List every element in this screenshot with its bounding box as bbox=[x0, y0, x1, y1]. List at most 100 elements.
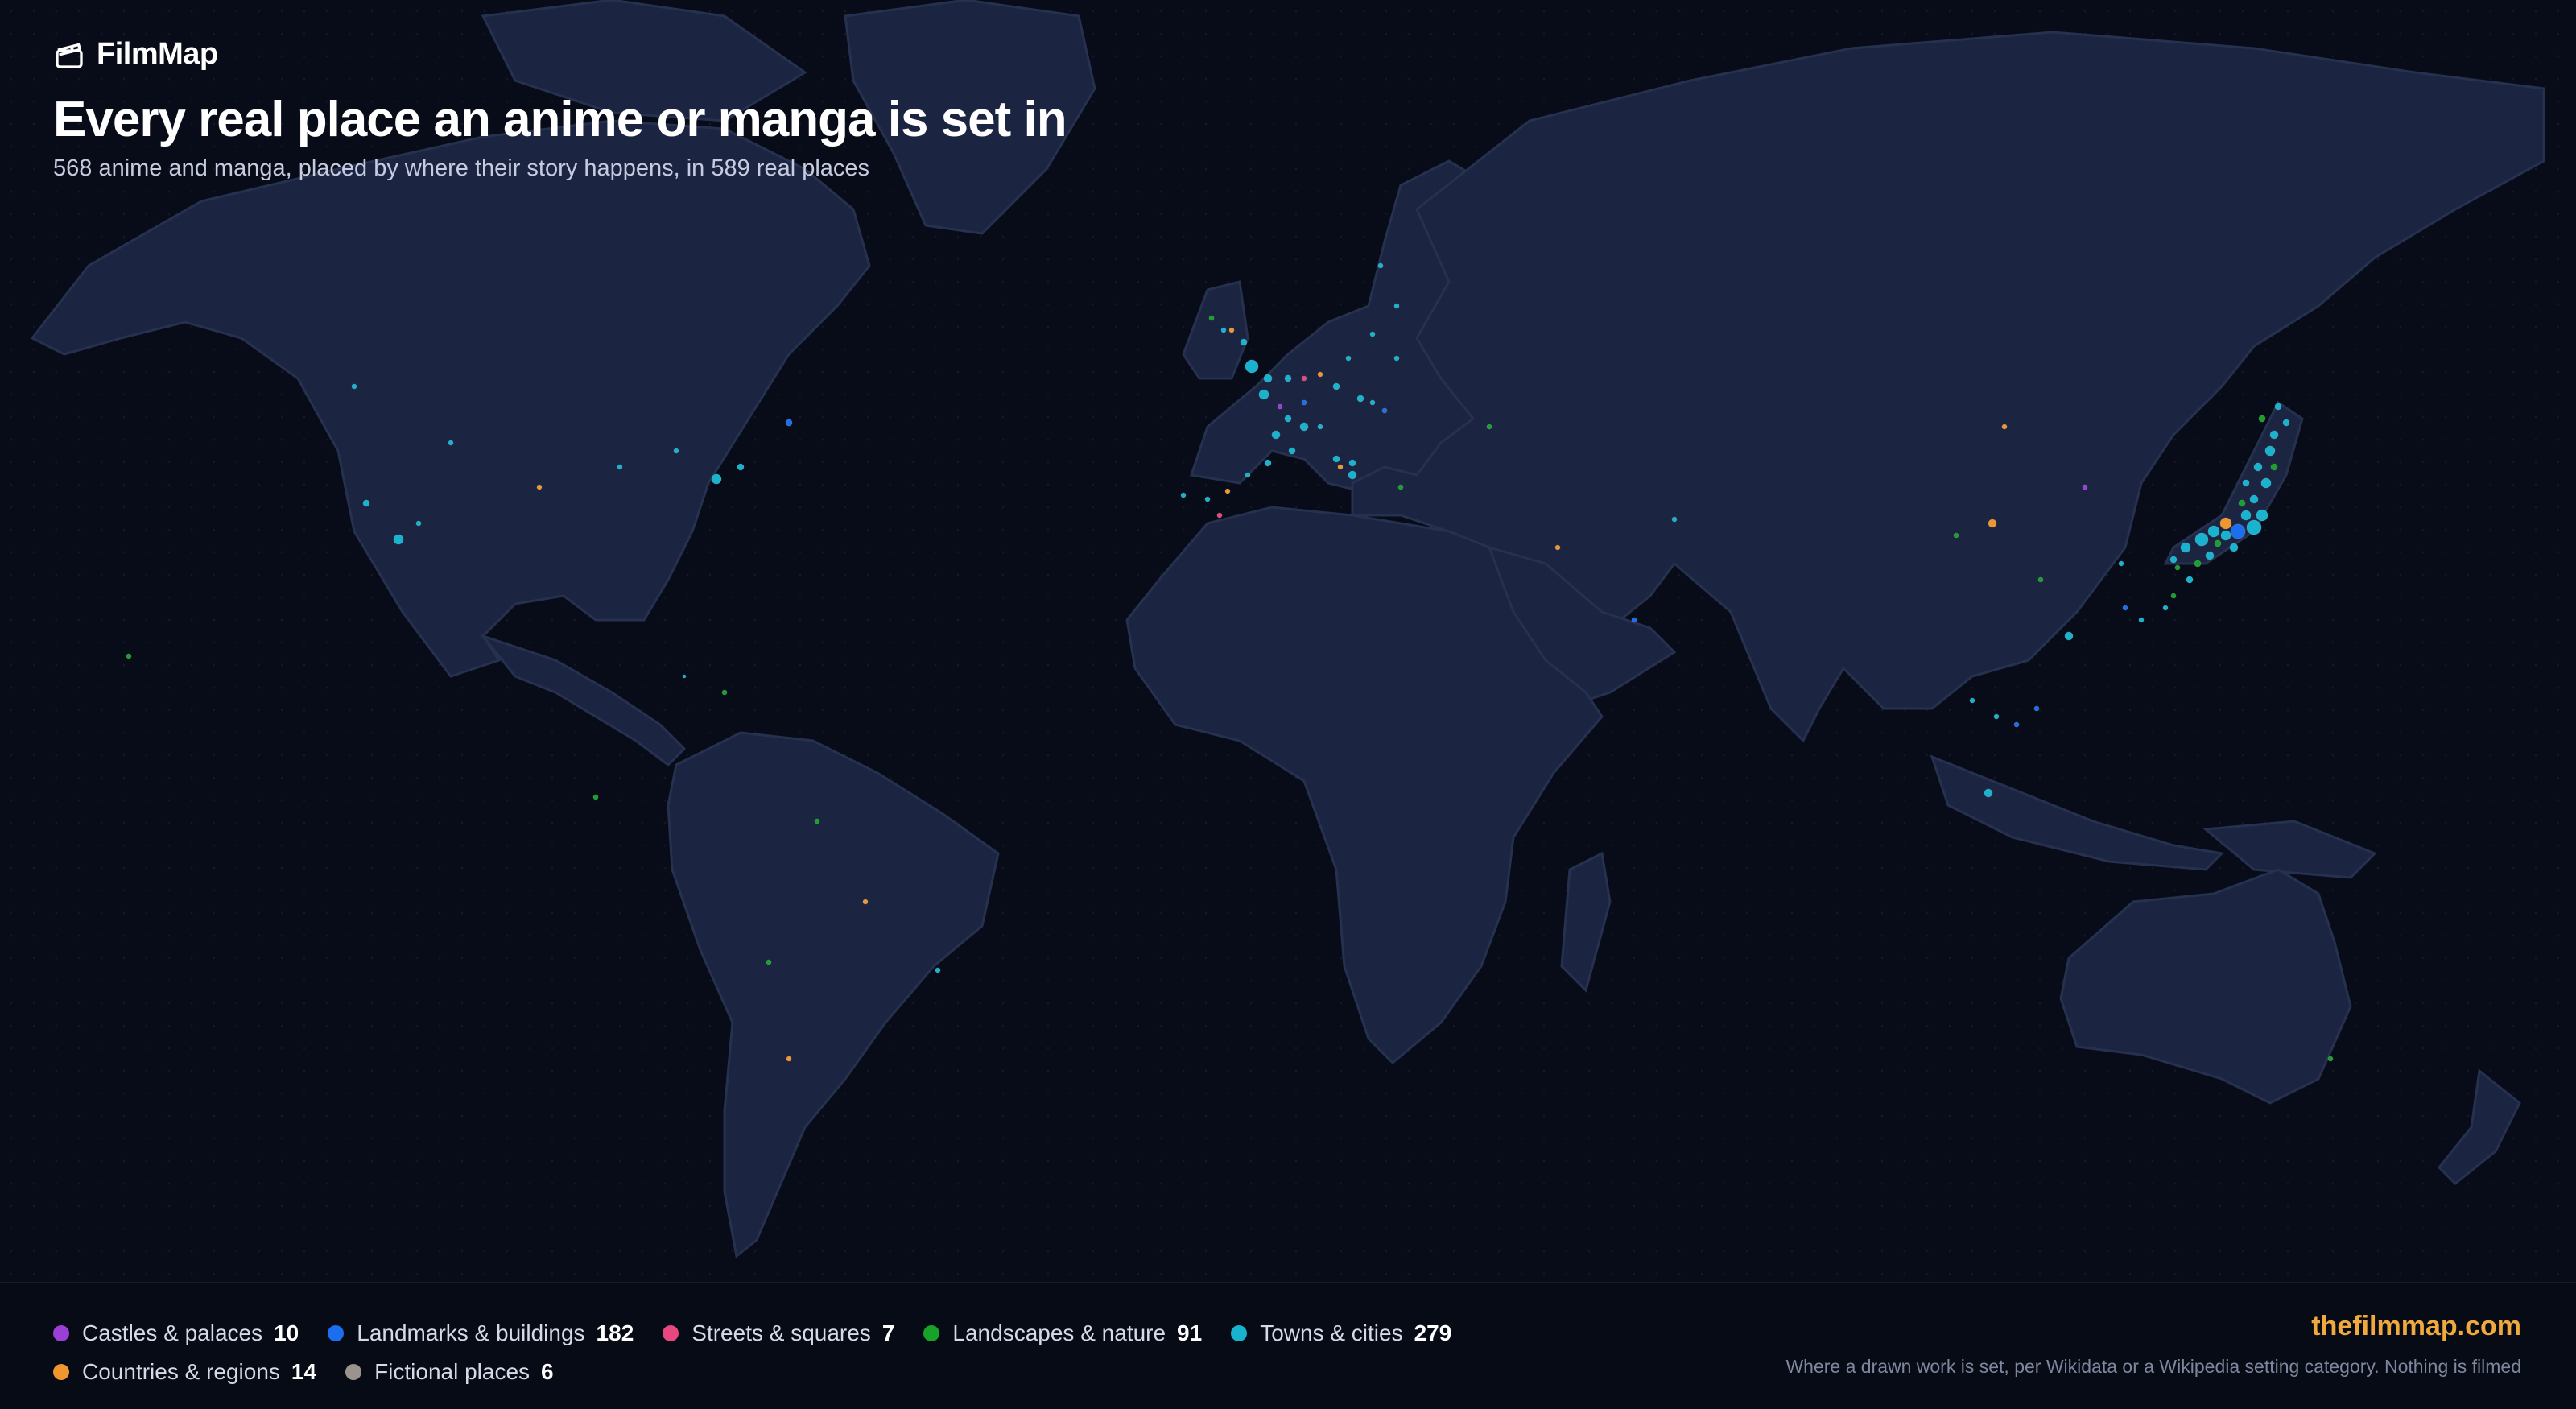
location-dot[interactable] bbox=[1993, 713, 2000, 720]
location-dot[interactable] bbox=[2194, 532, 2209, 547]
location-dot[interactable] bbox=[2270, 463, 2278, 471]
legend-item-landscapes[interactable]: Landscapes & nature 91 bbox=[923, 1320, 1202, 1346]
location-dot[interactable] bbox=[2194, 560, 2202, 568]
location-dot[interactable] bbox=[2220, 530, 2231, 541]
location-dot[interactable] bbox=[1277, 403, 1283, 410]
location-dot[interactable] bbox=[1969, 697, 1975, 704]
legend-item-towns[interactable]: Towns & cities 279 bbox=[1231, 1320, 1451, 1346]
location-dot[interactable] bbox=[362, 499, 370, 507]
location-dot[interactable] bbox=[814, 818, 820, 824]
legend-item-streets[interactable]: Streets & squares 7 bbox=[663, 1320, 894, 1346]
location-dot[interactable] bbox=[1393, 303, 1400, 309]
location-dot[interactable] bbox=[1204, 496, 1211, 502]
location-dot[interactable] bbox=[785, 419, 793, 427]
location-dot[interactable] bbox=[2207, 525, 2220, 538]
location-dot[interactable] bbox=[1301, 375, 1307, 382]
location-dot[interactable] bbox=[448, 440, 454, 446]
legend-item-fictional[interactable]: Fictional places 6 bbox=[345, 1359, 554, 1385]
location-dot[interactable] bbox=[1288, 447, 1296, 455]
location-dot[interactable] bbox=[592, 794, 599, 800]
location-dot[interactable] bbox=[786, 1056, 792, 1062]
legend-item-castles[interactable]: Castles & palaces 10 bbox=[53, 1320, 299, 1346]
location-dot[interactable] bbox=[1208, 315, 1215, 321]
location-dot[interactable] bbox=[1245, 472, 1251, 478]
location-dot[interactable] bbox=[2118, 560, 2124, 567]
location-dot[interactable] bbox=[1284, 374, 1292, 382]
location-dot[interactable] bbox=[2230, 523, 2246, 539]
location-dot[interactable] bbox=[862, 899, 869, 905]
location-dot[interactable] bbox=[1381, 407, 1388, 414]
location-dot[interactable] bbox=[1332, 382, 1340, 390]
legend-item-landmarks[interactable]: Landmarks & buildings 182 bbox=[328, 1320, 634, 1346]
location-dot[interactable] bbox=[1486, 424, 1492, 430]
location-dot[interactable] bbox=[737, 463, 745, 471]
location-dot[interactable] bbox=[1393, 355, 1400, 362]
location-dot[interactable] bbox=[1348, 459, 1356, 467]
location-dot[interactable] bbox=[2170, 593, 2177, 599]
location-dot[interactable] bbox=[1369, 331, 1376, 337]
location-dot[interactable] bbox=[2256, 509, 2268, 522]
location-dot[interactable] bbox=[2122, 605, 2128, 611]
location-dot[interactable] bbox=[1369, 399, 1376, 406]
location-dot[interactable] bbox=[721, 689, 728, 696]
location-dot[interactable] bbox=[2327, 1056, 2334, 1062]
location-dot[interactable] bbox=[935, 967, 941, 973]
location-dot[interactable] bbox=[1245, 359, 1259, 374]
location-dot[interactable] bbox=[1317, 371, 1323, 378]
location-dot[interactable] bbox=[2013, 721, 2020, 728]
location-dot[interactable] bbox=[2242, 479, 2250, 487]
location-dot[interactable] bbox=[2169, 556, 2178, 564]
location-dot[interactable] bbox=[682, 674, 687, 679]
location-dot[interactable] bbox=[2246, 519, 2262, 535]
world-map[interactable] bbox=[0, 0, 2576, 1282]
location-dot[interactable] bbox=[536, 484, 543, 490]
location-dot[interactable] bbox=[415, 520, 422, 527]
location-dot[interactable] bbox=[2253, 462, 2263, 472]
location-dot[interactable] bbox=[1301, 399, 1307, 406]
location-dot[interactable] bbox=[1332, 455, 1340, 463]
location-dot[interactable] bbox=[2037, 576, 2044, 583]
location-dot[interactable] bbox=[1631, 617, 1637, 623]
location-dot[interactable] bbox=[393, 534, 404, 545]
legend-item-countries[interactable]: Countries & regions 14 bbox=[53, 1359, 316, 1385]
location-dot[interactable] bbox=[2180, 542, 2191, 553]
location-dot[interactable] bbox=[617, 464, 623, 470]
location-dot[interactable] bbox=[2033, 705, 2040, 712]
location-dot[interactable] bbox=[1348, 470, 1357, 480]
location-dot[interactable] bbox=[1671, 516, 1678, 523]
location-dot[interactable] bbox=[1258, 389, 1269, 400]
location-dot[interactable] bbox=[1216, 512, 1223, 519]
location-dot[interactable] bbox=[2174, 564, 2181, 571]
site-link[interactable]: thefilmmap.com bbox=[2311, 1311, 2521, 1342]
location-dot[interactable] bbox=[2186, 576, 2194, 584]
location-dot[interactable] bbox=[1377, 262, 1384, 269]
location-dot[interactable] bbox=[1356, 395, 1364, 403]
location-dot[interactable] bbox=[1953, 532, 1959, 539]
location-dot[interactable] bbox=[2138, 617, 2145, 623]
location-dot[interactable] bbox=[2260, 477, 2272, 489]
location-dot[interactable] bbox=[2264, 445, 2276, 457]
location-dot[interactable] bbox=[2082, 484, 2088, 490]
location-dot[interactable] bbox=[766, 959, 772, 965]
location-dot[interactable] bbox=[2249, 494, 2259, 504]
location-dot[interactable] bbox=[2269, 430, 2279, 440]
location-dot[interactable] bbox=[2214, 539, 2222, 547]
location-dot[interactable] bbox=[1337, 464, 1344, 470]
location-dot[interactable] bbox=[1228, 327, 1235, 333]
location-dot[interactable] bbox=[711, 473, 722, 485]
location-dot[interactable] bbox=[1345, 355, 1352, 362]
location-dot[interactable] bbox=[2274, 403, 2282, 411]
location-dot[interactable] bbox=[1554, 544, 1561, 551]
location-dot[interactable] bbox=[2258, 415, 2266, 423]
location-dot[interactable] bbox=[126, 653, 132, 659]
location-dot[interactable] bbox=[1299, 422, 1309, 432]
location-dot[interactable] bbox=[1180, 492, 1187, 498]
location-dot[interactable] bbox=[2064, 631, 2074, 641]
location-dot[interactable] bbox=[2240, 510, 2252, 521]
location-dot[interactable] bbox=[1263, 374, 1273, 383]
brand[interactable]: FilmMap bbox=[53, 37, 1067, 72]
location-dot[interactable] bbox=[1984, 788, 1993, 798]
location-dot[interactable] bbox=[1988, 519, 1997, 528]
location-dot[interactable] bbox=[2229, 543, 2239, 552]
location-dot[interactable] bbox=[2219, 517, 2232, 530]
